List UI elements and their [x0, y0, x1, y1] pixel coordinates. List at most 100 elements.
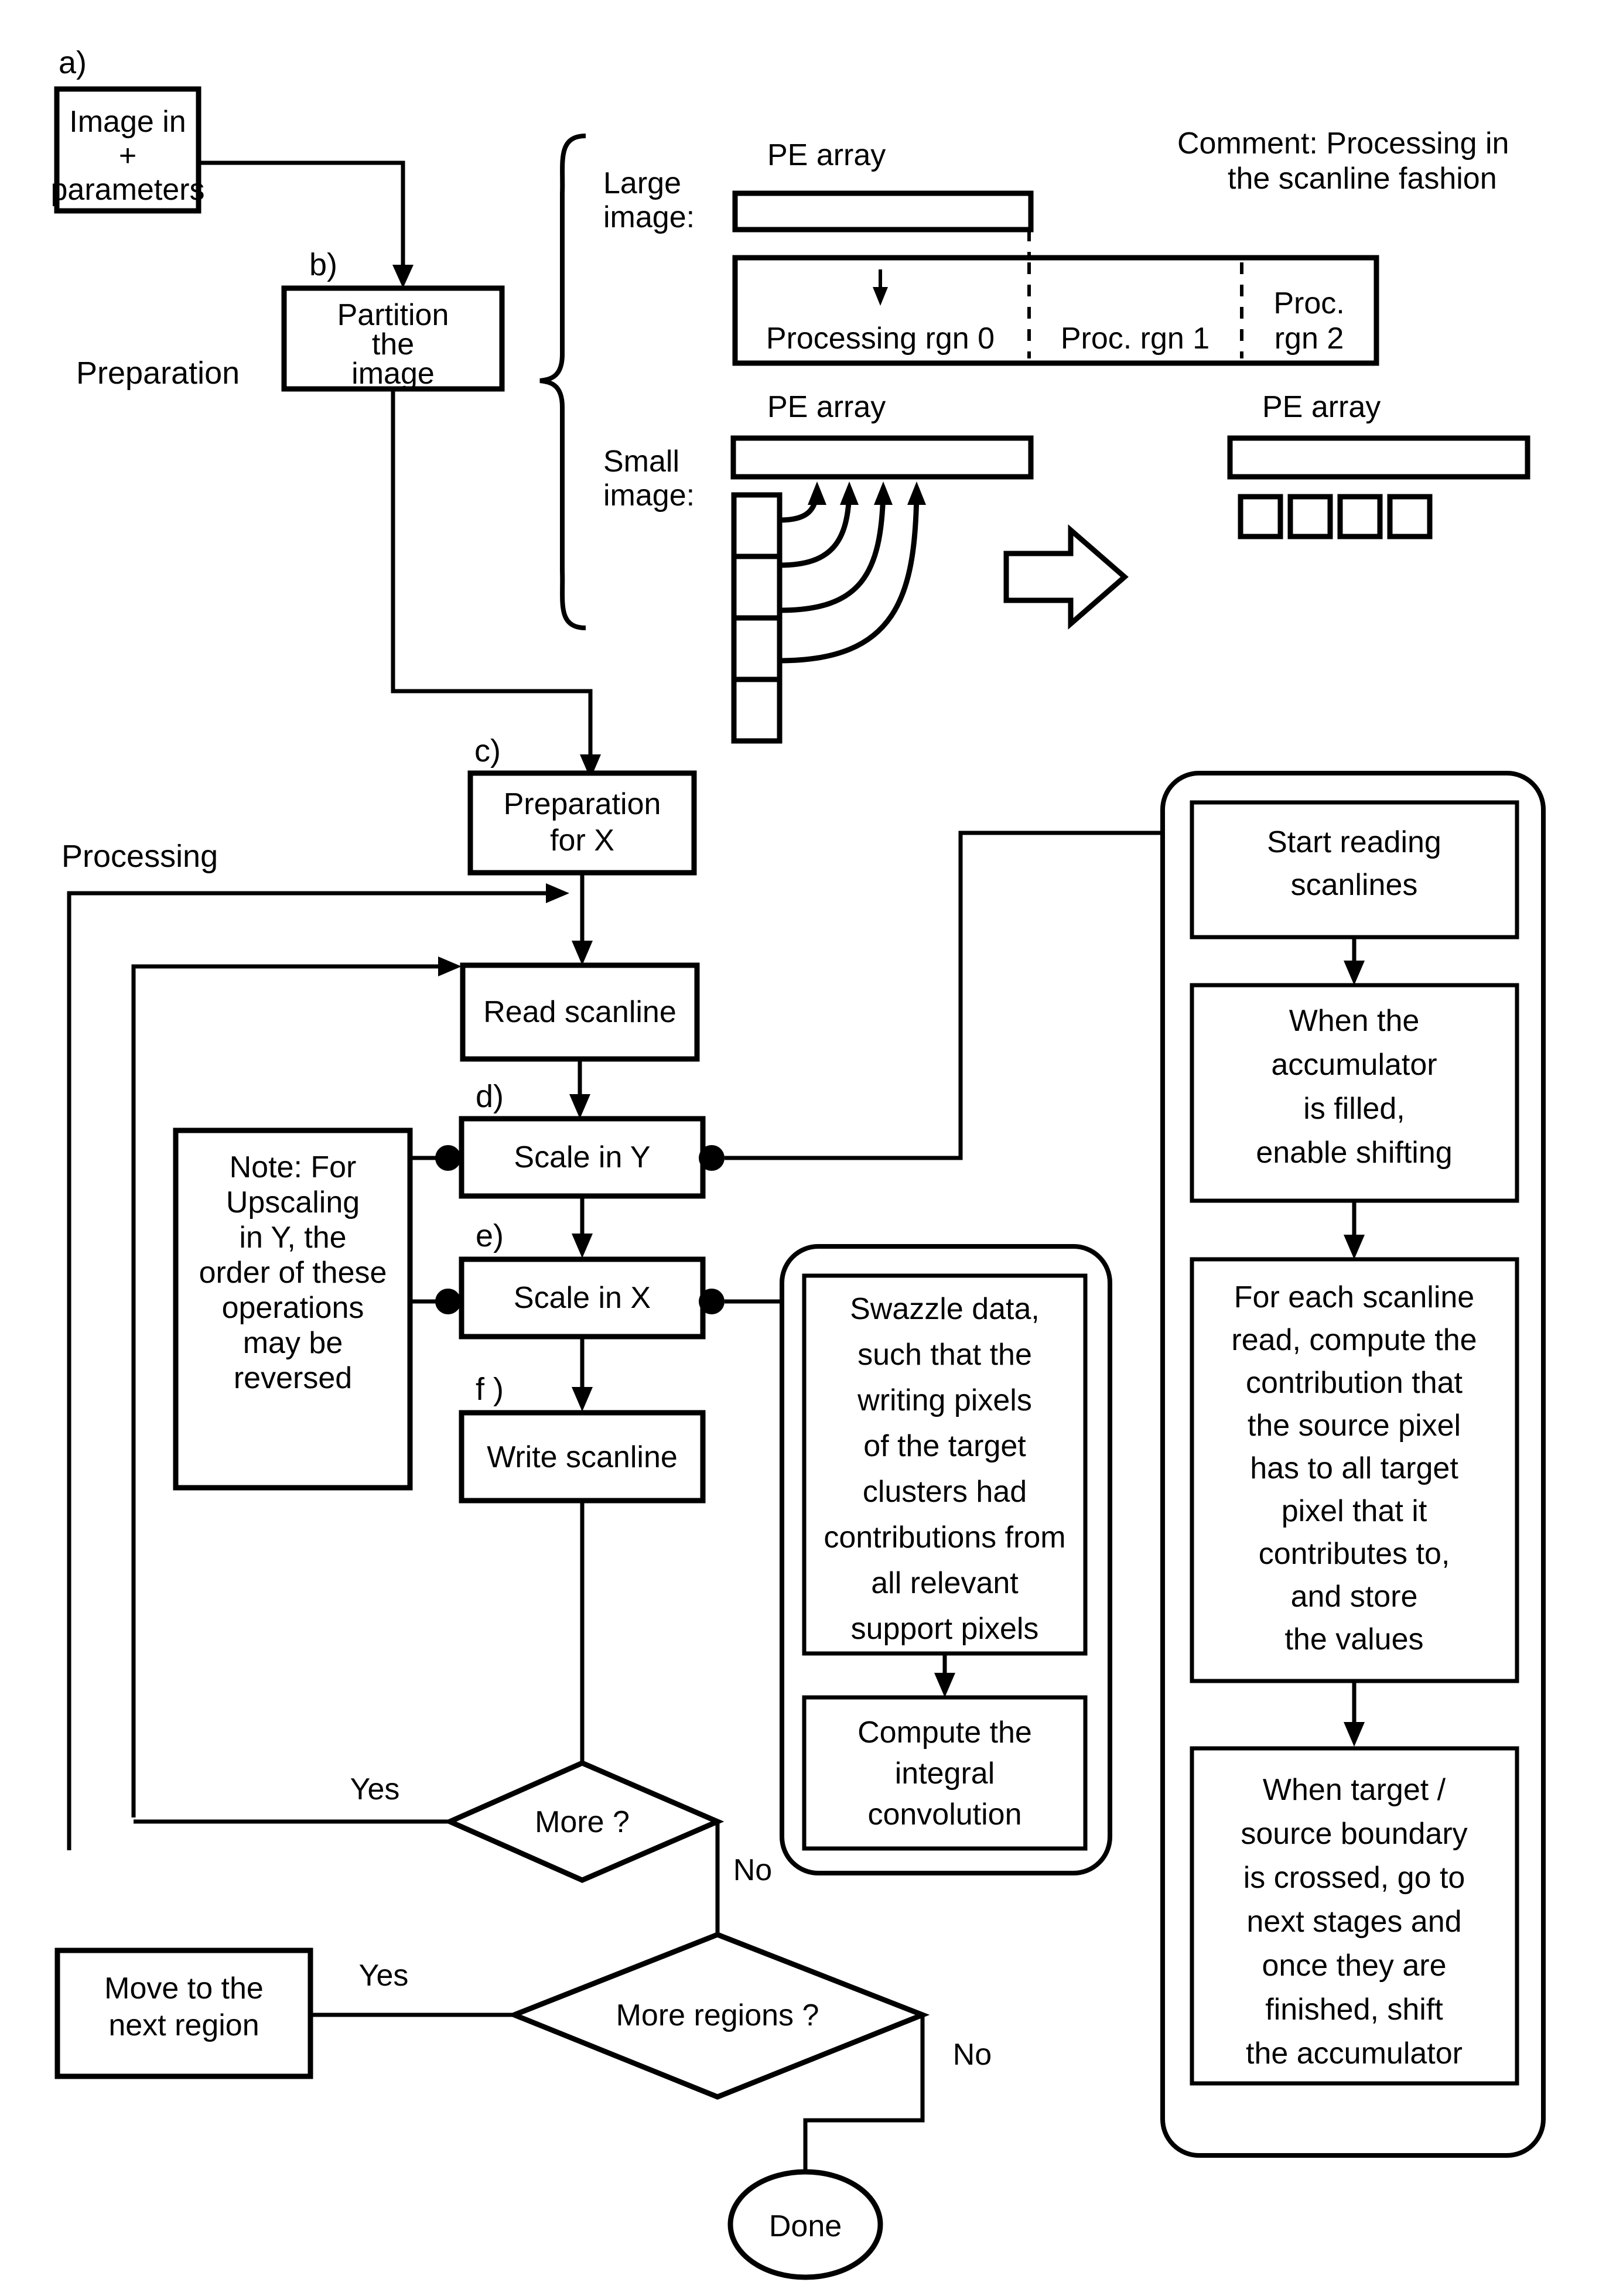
boundary-line-0: When target /: [1263, 1773, 1446, 1807]
for-each-line-8: the values: [1284, 1622, 1423, 1656]
note-box-line-2: in Y, the: [239, 1221, 346, 1255]
accumulator-line-3: enable shifting: [1256, 1136, 1452, 1170]
pe-array-label-small-left: PE array: [767, 390, 886, 424]
label-d: d): [476, 1079, 504, 1114]
region-2-label-line1: Proc.: [1273, 286, 1344, 320]
start-reading-line-1: scanlines: [1291, 868, 1418, 902]
pe-array-bar-small-right: [1227, 435, 1530, 480]
for-each-line-1: read, compute the: [1231, 1323, 1477, 1357]
scale-y-right-tap-dot: [699, 1145, 725, 1171]
node-scale-in-y-label: Scale in Y: [514, 1140, 650, 1174]
for-each-line-4: has to all target: [1250, 1451, 1458, 1485]
swazzle-line-4: clusters had: [863, 1475, 1027, 1509]
for-each-line-2: contribution that: [1246, 1366, 1463, 1400]
boundary-line-3: next stages and: [1246, 1905, 1461, 1939]
edge-outer-loop-arrowhead: [546, 883, 569, 903]
large-image-label-line1: Large: [603, 166, 681, 200]
boundary-line-1: source boundary: [1241, 1817, 1467, 1851]
large-image-label-line2: image:: [603, 200, 695, 234]
note-box-line-1: Upscaling: [226, 1185, 360, 1219]
accumulator-line-1: accumulator: [1271, 1048, 1437, 1082]
node-scale-in-x-label: Scale in X: [514, 1281, 651, 1315]
node-write-scanline-label: Write scanline: [487, 1440, 678, 1474]
start-reading-line-0: Start reading: [1267, 825, 1441, 859]
note-box-line-4: operations: [222, 1291, 364, 1325]
pe-diagram-brace: [539, 134, 586, 630]
convolution-line-1: integral: [895, 1757, 995, 1791]
small-image-label-line1: Small: [603, 445, 679, 479]
boundary-line-5: finished, shift: [1265, 1993, 1443, 2027]
for-each-line-6: contributes to,: [1259, 1537, 1450, 1571]
convolution-line-2: convolution: [867, 1798, 1021, 1832]
source-column-cell-1: [731, 554, 783, 621]
boundary-line-2: is crossed, go to: [1243, 1861, 1465, 1895]
source-to-pe-curve-2-head: [874, 481, 893, 505]
pe-comment-line2: the scanline fashion: [1228, 162, 1497, 196]
target-cluster-square-3: [1387, 494, 1433, 539]
note-box-line-0: Note: For: [230, 1150, 357, 1184]
node-move-next-region-line2: next region: [108, 2008, 259, 2042]
for-each-line-3: the source pixel: [1248, 1409, 1461, 1443]
scale-x-right-tap-dot: [699, 1289, 725, 1314]
swazzle-line-6: all relevant: [871, 1566, 1019, 1600]
node-read-scanline-label: Read scanline: [483, 995, 676, 1029]
region-1-label: Proc. rgn 1: [1061, 322, 1210, 356]
label-c: c): [474, 733, 501, 768]
label-e: e): [476, 1218, 504, 1253]
edge-preparation-to-read-scanline-arrowhead: [572, 941, 593, 965]
source-to-pe-curve-0: [779, 490, 820, 523]
edge-image-in-to-partition: [199, 160, 405, 280]
node-preparation-for-x-line2: for X: [550, 824, 614, 857]
edge-image-in-to-partition-arrowhead: [392, 265, 414, 288]
edge-scale-y-to-scanline-panel: [725, 831, 1163, 1160]
label-b: b): [309, 247, 337, 282]
decision-more-regions-label: More regions ?: [616, 1998, 819, 2032]
node-image-in-line1: Image in: [69, 105, 186, 139]
accumulator-line-0: When the: [1289, 1004, 1420, 1038]
swazzle-line-1: such that the: [857, 1338, 1032, 1372]
transform-arrow-icon: [1003, 524, 1129, 630]
edge-more-yes-loop-arrowhead: [438, 956, 462, 976]
target-cluster-square-1: [1287, 494, 1333, 539]
swazzle-line-3: of the target: [863, 1429, 1026, 1463]
source-to-pe-curve-1-head: [840, 481, 859, 505]
node-preparation-for-x-line1: Preparation: [504, 787, 661, 821]
edge-scale-y-to-scale-x-arrowhead: [572, 1234, 593, 1258]
small-image-label-line2: image:: [603, 479, 695, 512]
source-column-cell-0: [731, 492, 783, 559]
boundary-line-4: once they are: [1262, 1949, 1446, 1983]
swazzle-line-2: writing pixels: [857, 1383, 1032, 1417]
section-label-processing: Processing: [62, 839, 218, 874]
note-box-line-5: may be: [243, 1326, 343, 1360]
pe-array-bar-large: [732, 190, 1034, 233]
target-cluster-square-0: [1238, 494, 1283, 539]
note-box-line-3: order of these: [199, 1256, 387, 1290]
label-f: f ): [476, 1372, 504, 1407]
node-move-next-region-line1: Move to the: [104, 1972, 264, 2005]
for-each-line-0: For each scanline: [1234, 1280, 1474, 1314]
boundary-line-6: the accumulator: [1246, 2037, 1463, 2070]
flowchart-figure: a) Image in + parameters b) Partition th…: [0, 0, 1599, 2296]
node-partition-line3: image: [351, 357, 435, 391]
source-column-cell-3: [731, 676, 783, 744]
edge-scale-x-to-write-scanline-arrowhead: [572, 1387, 593, 1412]
edge-more-regions-yes-label: Yes: [359, 1959, 409, 1993]
label-a: a): [59, 45, 87, 80]
edge-more-regions-no-label: No: [953, 2038, 992, 2072]
swazzle-line-0: Swazzle data,: [850, 1292, 1040, 1326]
region-0-label: Processing rgn 0: [766, 322, 995, 356]
decision-more-label: More ?: [535, 1805, 630, 1839]
edge-more-yes-label: Yes: [350, 1772, 400, 1806]
target-cluster-square-2: [1337, 494, 1383, 539]
pe-array-label-top: PE array: [767, 138, 886, 172]
for-each-line-7: and store: [1291, 1580, 1418, 1614]
note-box-line-6: reversed: [234, 1361, 352, 1395]
diagram-canvas: a) Image in + parameters b) Partition th…: [51, 45, 1546, 2280]
region-2-label-line2: rgn 2: [1275, 322, 1344, 356]
source-to-pe-curve-3-head: [907, 481, 926, 505]
swazzle-line-7: support pixels: [851, 1612, 1039, 1646]
pe-comment-line1: Comment: Processing in: [1177, 127, 1509, 160]
node-done-label: Done: [769, 2209, 842, 2243]
edge-more-no-label: No: [733, 1853, 772, 1887]
section-label-preparation: Preparation: [76, 356, 240, 391]
